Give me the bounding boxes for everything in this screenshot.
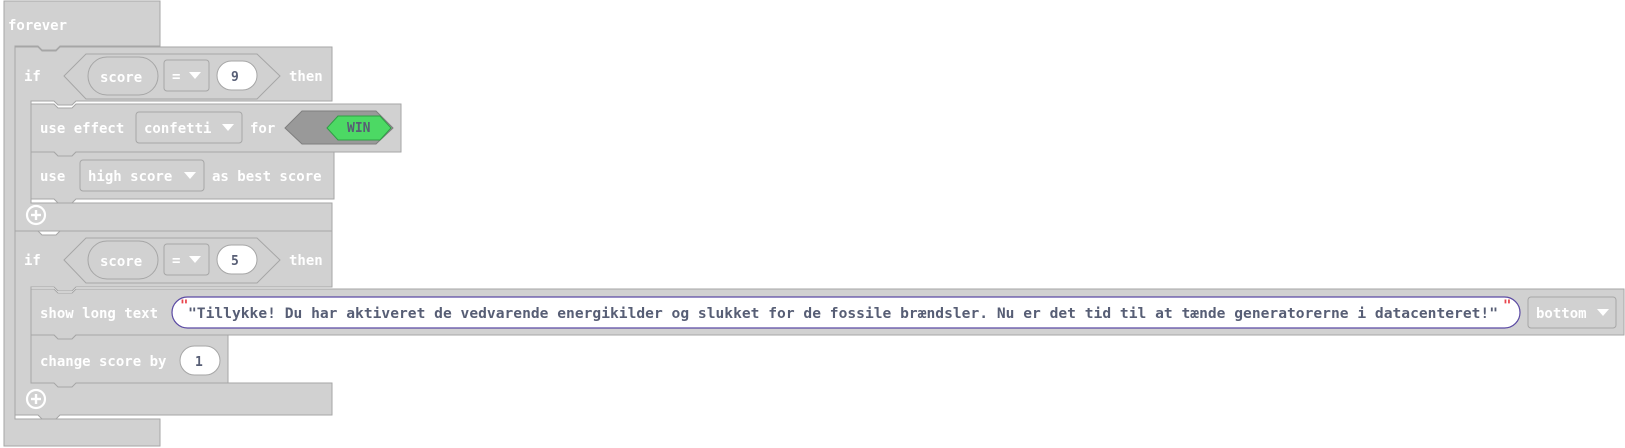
use-effect-block[interactable]: use effect confetti for WIN: [30, 103, 402, 157]
as-best-score-label: as best score: [212, 169, 322, 185]
use-best-score-block[interactable]: use high score as best score: [30, 151, 335, 204]
variable-name: score: [100, 70, 142, 86]
operator-label: =: [172, 253, 180, 269]
effect-value: confetti: [144, 121, 211, 137]
show-long-text-label: show long text: [40, 306, 158, 322]
value-text: 9: [231, 70, 239, 85]
score-type-value: high score: [88, 169, 172, 185]
operator-label: =: [172, 69, 180, 85]
close-quote: ": [1503, 298, 1511, 314]
condition-compare-1[interactable]: score = 9: [63, 53, 281, 100]
long-text-value: "Tillykke! Du har aktiveret de vedvarend…: [188, 306, 1498, 322]
use-effect-label: use effect: [40, 121, 124, 137]
if-keyword: if: [24, 253, 41, 269]
value-text: 5: [231, 254, 239, 269]
condition-compare-2[interactable]: score = 5: [63, 237, 281, 284]
if-keyword: if: [24, 69, 41, 85]
win-label: WIN: [347, 121, 371, 136]
show-long-text-block[interactable]: show long text " "Tillykke! Du har aktiv…: [30, 288, 1625, 340]
forever-label: forever: [8, 18, 67, 34]
for-keyword: for: [250, 121, 275, 137]
block-canvas: forever if score = 9 then use effect con…: [3, 0, 1625, 447]
result-reporter[interactable]: WIN: [284, 110, 394, 145]
operator-dropdown[interactable]: [163, 59, 210, 92]
then-keyword: then: [289, 253, 323, 269]
variable-name: score: [100, 254, 142, 270]
use-keyword: use: [40, 169, 65, 185]
change-value-text: 1: [195, 355, 203, 370]
change-score-label: change score by: [40, 354, 167, 370]
operator-dropdown[interactable]: [163, 243, 210, 276]
position-value: bottom: [1536, 306, 1587, 322]
then-keyword: then: [289, 69, 323, 85]
change-score-block[interactable]: change score by 1: [30, 334, 229, 388]
